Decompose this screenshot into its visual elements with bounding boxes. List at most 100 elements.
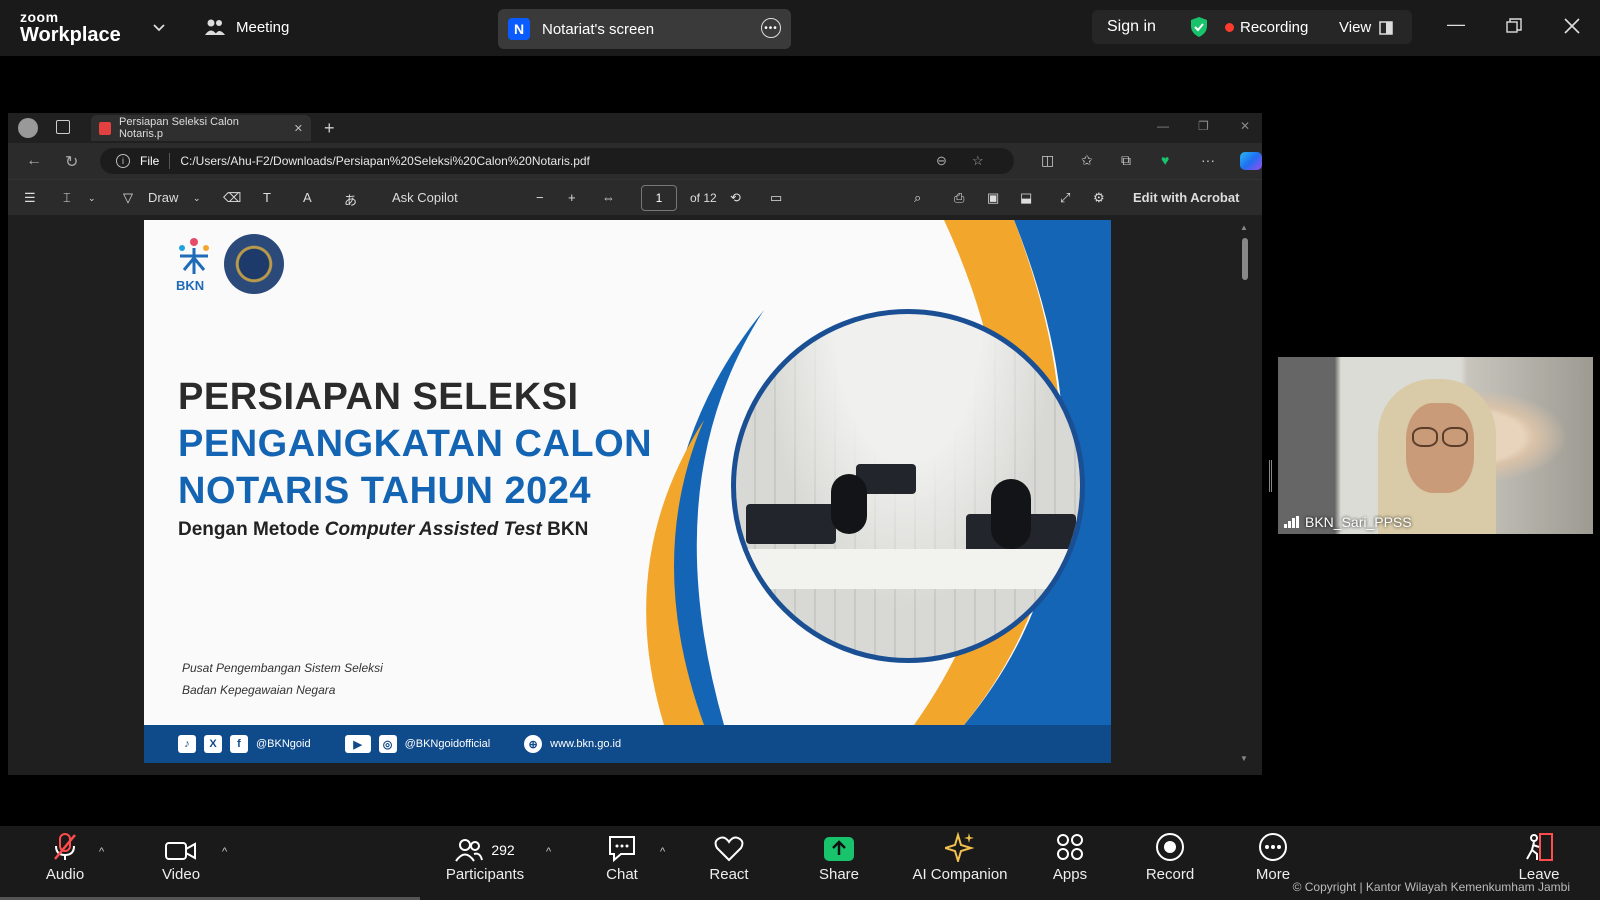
- erase-icon[interactable]: ⌫: [223, 190, 241, 206]
- subtitle-italic: Computer Assisted Test: [324, 519, 542, 540]
- back-icon[interactable]: ←: [26, 152, 42, 170]
- file-scheme-label: File: [140, 154, 160, 168]
- zoom-in-pdf-icon[interactable]: +: [568, 190, 576, 205]
- contents-list-icon[interactable]: ☰: [24, 190, 36, 206]
- bkn-logo: BKN: [172, 234, 216, 293]
- draw-icon[interactable]: ▽: [123, 190, 133, 206]
- social-handle-1: @BKNgoid: [256, 738, 311, 750]
- participant-video-tile[interactable]: BKN_Sari_PPSS: [1278, 357, 1593, 534]
- participants-button[interactable]: 292 Participants: [430, 826, 540, 883]
- ask-copilot-button[interactable]: Ask Copilot: [392, 190, 458, 205]
- minimize-icon[interactable]: —: [1447, 14, 1465, 35]
- bkn-logo-text: BKN: [176, 278, 205, 293]
- close-tab-icon[interactable]: ✕: [294, 122, 303, 135]
- slide-title-line1: PERSIAPAN SELEKSI: [178, 376, 579, 418]
- search-icon[interactable]: ⌕: [914, 190, 921, 206]
- zoom-out-icon[interactable]: ⊖: [936, 153, 947, 169]
- favorite-star-icon[interactable]: ☆: [972, 153, 984, 169]
- audio-options-chevron-icon[interactable]: ^: [99, 846, 104, 858]
- pdf-file-icon: [99, 121, 111, 135]
- meeting-menu[interactable]: Meeting: [204, 18, 289, 36]
- scroll-thumb[interactable]: [1242, 238, 1248, 280]
- subtitle-pre: Dengan Metode: [178, 519, 320, 540]
- participant-name-tag: BKN_Sari_PPSS: [1284, 514, 1412, 530]
- participants-options-chevron-icon[interactable]: ^: [546, 846, 551, 858]
- chat-options-chevron-icon[interactable]: ^: [660, 846, 665, 858]
- fit-page-icon[interactable]: ⇔: [602, 190, 615, 205]
- facebook-icon: f: [230, 735, 248, 753]
- sign-in-button[interactable]: Sign in: [1107, 18, 1156, 36]
- share-button[interactable]: Share: [784, 826, 894, 883]
- translate-icon[interactable]: あ: [344, 190, 357, 209]
- record-label: Record: [1145, 866, 1195, 883]
- video-options-chevron-icon[interactable]: ^: [222, 846, 227, 858]
- sharer-avatar: N: [508, 18, 530, 40]
- scroll-down-icon[interactable]: ▼: [1240, 754, 1248, 763]
- save-icon[interactable]: ▣: [987, 190, 999, 206]
- more-button[interactable]: More: [1218, 826, 1328, 883]
- view-button[interactable]: View: [1339, 19, 1393, 36]
- settings-more-icon[interactable]: ···: [1201, 152, 1215, 168]
- leave-button[interactable]: Leave: [1484, 826, 1594, 883]
- draw-dropdown-icon[interactable]: ⌄: [193, 193, 201, 204]
- restore-icon[interactable]: [1506, 18, 1522, 34]
- tab-actions-icon[interactable]: [56, 120, 70, 134]
- highlight-dropdown-icon[interactable]: ⌄: [88, 193, 96, 204]
- info-icon[interactable]: i: [116, 154, 130, 168]
- gallery-resize-handle[interactable]: [1269, 460, 1272, 492]
- glasses: [1412, 427, 1438, 447]
- new-tab-icon[interactable]: +: [324, 118, 335, 139]
- close-window-icon[interactable]: [1564, 18, 1580, 34]
- apps-icon: [1057, 834, 1083, 860]
- page-number-input[interactable]: 1: [641, 185, 677, 211]
- split-screen-icon[interactable]: ◫: [1041, 152, 1054, 169]
- slide-footer-line2: Badan Kepegawaian Negara: [182, 683, 336, 697]
- refresh-icon[interactable]: ↻: [65, 152, 78, 172]
- fullscreen-icon[interactable]: ⤢: [1060, 190, 1070, 206]
- recording-dot-icon: [1225, 23, 1234, 32]
- browser-close-icon[interactable]: ✕: [1240, 119, 1250, 133]
- youtube-icon: ▶: [344, 735, 371, 753]
- page-view-icon[interactable]: ▭: [770, 190, 782, 206]
- react-button[interactable]: React: [674, 826, 784, 883]
- browser-tab[interactable]: Persiapan Seleksi Calon Notaris.p ✕: [91, 115, 311, 141]
- more-options-icon[interactable]: •••: [761, 18, 781, 38]
- browser-minimize-icon[interactable]: —: [1157, 119, 1169, 133]
- browser-essentials-icon[interactable]: ♥: [1161, 152, 1169, 168]
- collections-icon[interactable]: ⧉: [1121, 152, 1131, 169]
- highlight-icon[interactable]: ⌶: [63, 190, 71, 206]
- address-bar[interactable]: i File C:/Users/Ahu-F2/Downloads/Persiap…: [100, 148, 1014, 174]
- zoom-out-pdf-icon[interactable]: −: [536, 190, 544, 205]
- save-as-icon[interactable]: ⬓: [1020, 190, 1032, 206]
- bkn-emblem-icon: [179, 238, 209, 274]
- pdf-settings-icon[interactable]: ⚙: [1093, 190, 1105, 206]
- pdf-scrollbar[interactable]: ▲ ▼: [1240, 223, 1250, 763]
- shield-check-icon[interactable]: [1189, 16, 1209, 38]
- ai-companion-button[interactable]: AI Companion: [890, 826, 1030, 883]
- rotate-icon[interactable]: ⟲: [730, 190, 741, 206]
- profile-avatar[interactable]: [18, 118, 38, 138]
- read-aloud-icon[interactable]: A: [303, 190, 312, 205]
- favorites-icon[interactable]: ✩: [1081, 152, 1093, 169]
- chevron-down-icon[interactable]: [152, 20, 166, 34]
- print-icon[interactable]: ⎙: [954, 190, 964, 206]
- heart-icon: [714, 836, 744, 862]
- video-button[interactable]: Video: [126, 826, 236, 883]
- shared-screen-indicator[interactable]: N Notariat's screen •••: [498, 9, 791, 49]
- copilot-icon[interactable]: [1240, 152, 1262, 170]
- pdf-viewer[interactable]: BKN PERSIAPAN SELEKSI PENGANGKATAN CALON…: [8, 217, 1262, 775]
- recording-indicator[interactable]: Recording: [1225, 19, 1308, 36]
- browser-restore-icon[interactable]: ❐: [1198, 119, 1209, 133]
- edit-with-acrobat-button[interactable]: Edit with Acrobat: [1133, 190, 1239, 205]
- draw-button[interactable]: Draw: [148, 190, 178, 205]
- add-text-icon[interactable]: T: [263, 190, 271, 205]
- record-button[interactable]: Record: [1115, 826, 1225, 883]
- zoom-top-bar: zoom Workplace Meeting N Notariat's scre…: [0, 0, 1600, 56]
- url-text: C:/Users/Ahu-F2/Downloads/Persiapan%20Se…: [180, 154, 590, 168]
- apps-button[interactable]: Apps: [1015, 826, 1125, 883]
- subtitle-post: BKN: [547, 519, 589, 540]
- record-icon: [1156, 833, 1184, 861]
- shared-screen-label: Notariat's screen: [542, 20, 655, 38]
- scroll-up-icon[interactable]: ▲: [1240, 223, 1248, 232]
- student: [991, 479, 1031, 549]
